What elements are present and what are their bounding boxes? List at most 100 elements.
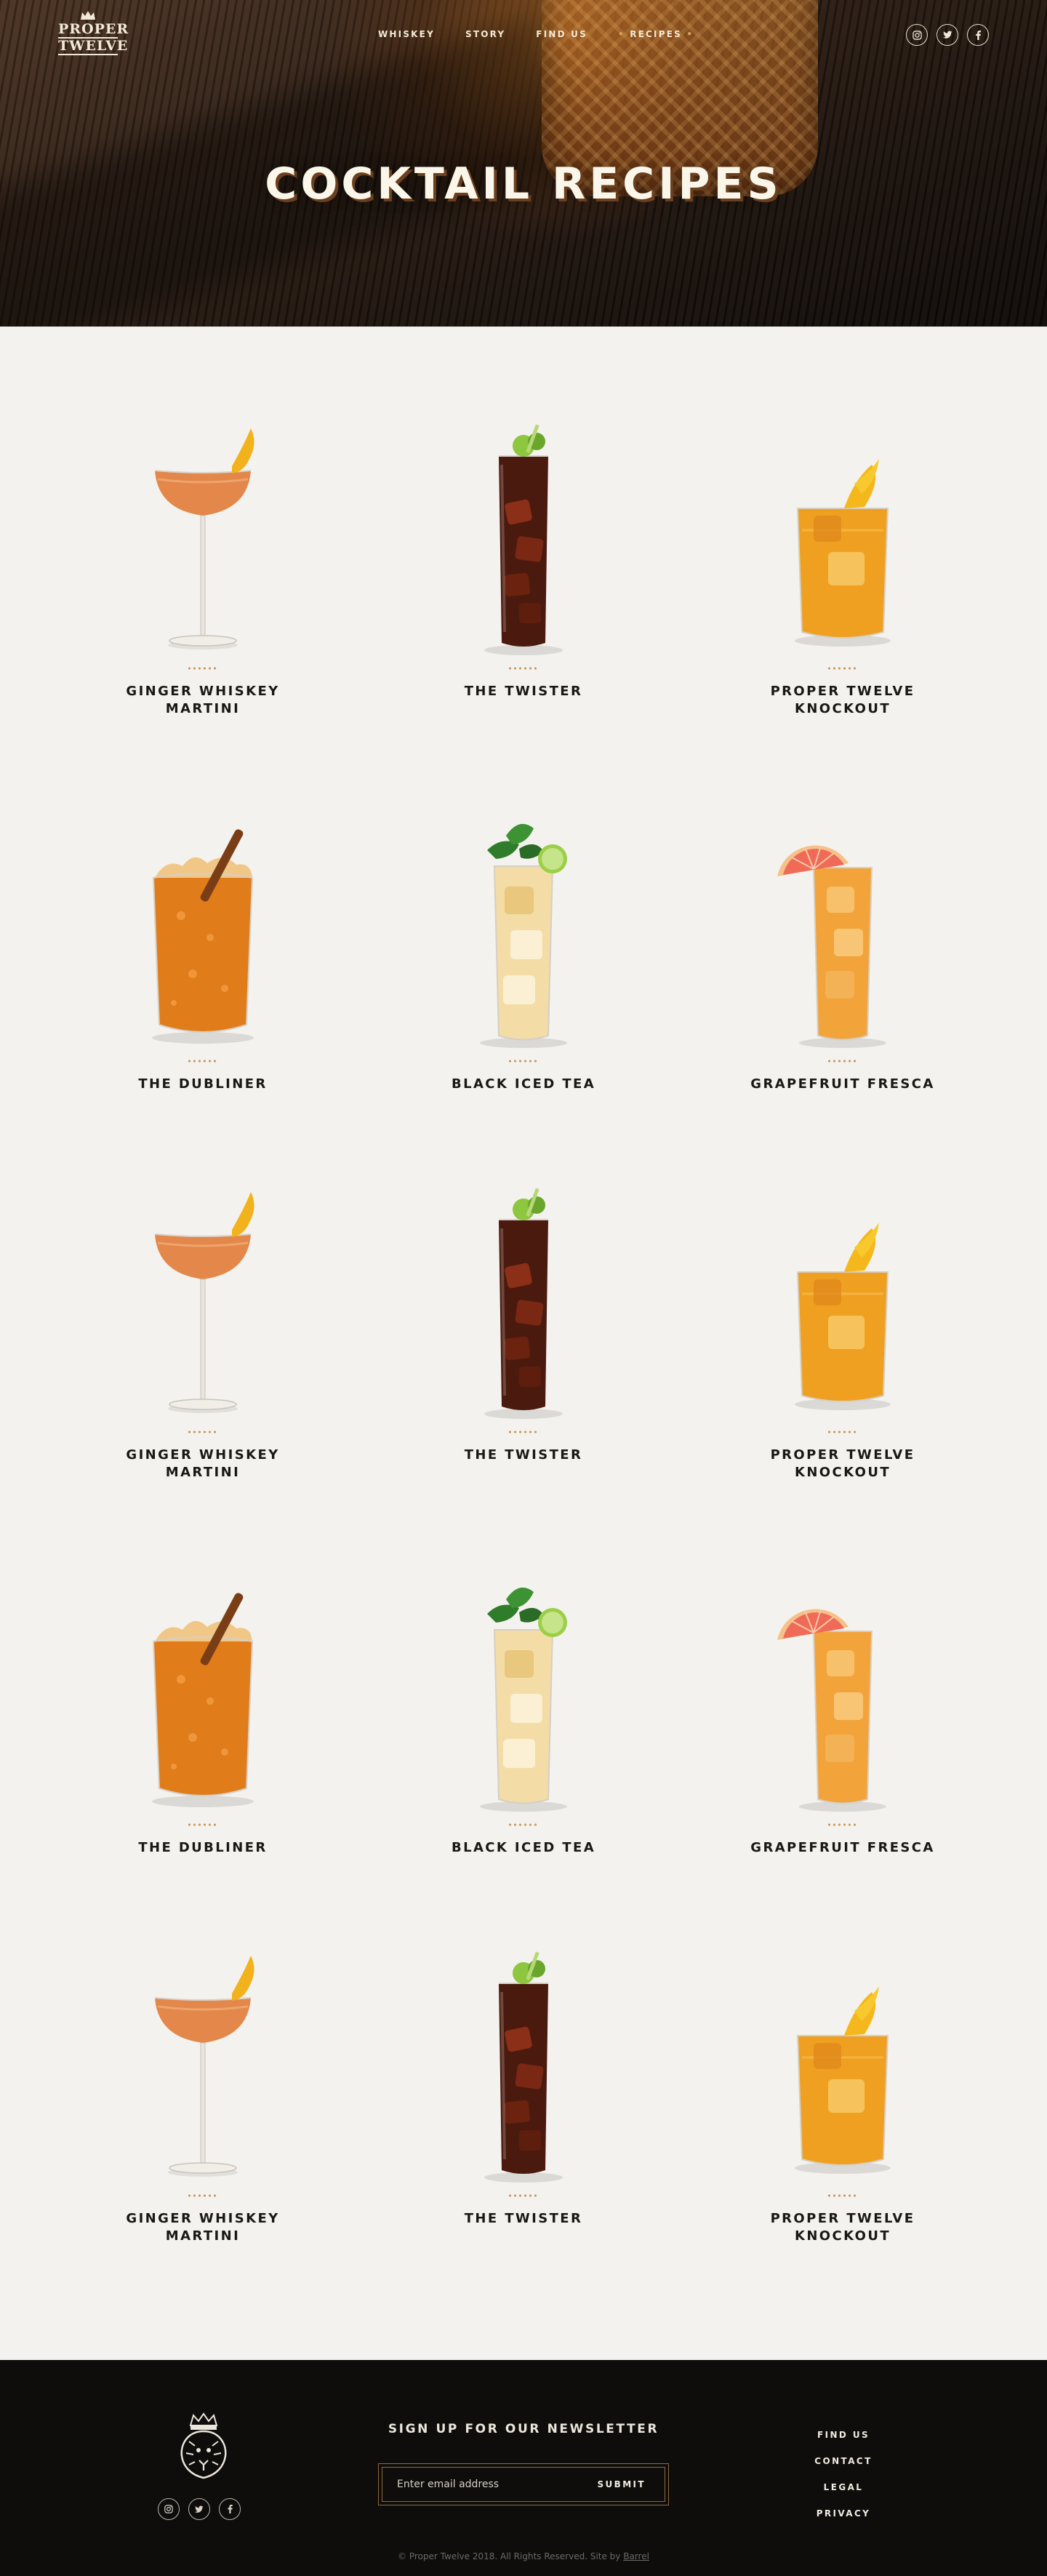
recipe-name: THE TWISTER (464, 684, 583, 699)
dotted-divider (187, 1431, 219, 1433)
recipe-name: PROPER TWELVE KNOCKOUT (770, 1447, 915, 1480)
cocktail-rocks-orange-image (795, 1986, 891, 2174)
cocktail-rocks-orange-image (795, 1223, 891, 1410)
dotted-divider (827, 1823, 859, 1826)
recipe-name: PROPER TWELVE KNOCKOUT (770, 2211, 915, 2244)
footer-twitter-link[interactable] (188, 2498, 210, 2520)
active-dot-left: • (617, 29, 630, 39)
cocktail-coupe-image (154, 1956, 254, 2177)
recipe-name: GINGER WHISKEY MARTINI (126, 1447, 280, 1480)
dotted-divider (827, 2194, 859, 2197)
recipe-grid: GINGER WHISKEY MARTINI THE TWISTER PROPE… (0, 327, 1047, 2360)
site-credit-link[interactable]: Barrel (623, 2551, 649, 2561)
cocktail-crushed-ice-image (152, 1593, 254, 1807)
facebook-icon (975, 30, 981, 40)
twitter-icon (942, 31, 952, 39)
cocktail-coupe-image (154, 428, 254, 649)
cocktail-rocks-orange-image (795, 459, 891, 647)
footer-instagram-link[interactable] (158, 2498, 180, 2520)
dotted-divider (187, 1060, 219, 1063)
instagram-icon (164, 2505, 173, 2513)
logo-text-proper: PROPER (58, 21, 129, 37)
dotted-divider (187, 1823, 219, 1826)
dotted-divider (508, 1060, 539, 1063)
recipe-name: GRAPEFRUIT FRESCA (750, 1076, 935, 1092)
recipe-card[interactable]: BLACK ICED TEA (385, 807, 662, 1127)
dotted-divider (827, 1060, 859, 1063)
nav-item-recipes-label: RECIPES (630, 29, 682, 39)
footer-links: FIND US CONTACT LEGAL PRIVACY (800, 2430, 887, 2535)
page-title: COCKTAIL RECIPES (265, 159, 782, 209)
logo-text-twelve: TWELVE (58, 37, 129, 55)
recipe-card[interactable]: GINGER WHISKEY MARTINI (65, 414, 341, 734)
nav-item-story[interactable]: STORY (465, 29, 505, 39)
recipe-name: THE TWISTER (464, 2211, 583, 2226)
recipe-card[interactable]: GINGER WHISKEY MARTINI (65, 1941, 341, 2261)
hero-banner: PROPER TWELVE WHISKEY STORY FIND US • RE… (0, 0, 1047, 327)
cocktail-mint-highball-image (480, 823, 567, 1048)
crown-icon (81, 11, 95, 20)
nav-item-recipes[interactable]: • RECIPES • (618, 29, 694, 39)
recipe-name: PROPER TWELVE KNOCKOUT (770, 684, 915, 716)
copyright-label: © Proper Twelve 2018. All Rights Reserve… (398, 2551, 621, 2561)
facebook-link[interactable] (967, 24, 989, 46)
recipe-card[interactable]: GINGER WHISKEY MARTINI (65, 1177, 341, 1497)
recipe-card[interactable]: BLACK ICED TEA (385, 1570, 662, 1890)
cocktail-coupe-image (154, 1192, 254, 1413)
dotted-divider (508, 1431, 539, 1433)
facebook-icon (227, 2505, 233, 2513)
dotted-divider (187, 667, 219, 670)
cocktail-cola-tall-image (484, 424, 563, 655)
recipe-name: THE DUBLINER (138, 1076, 268, 1092)
recipe-card[interactable]: PROPER TWELVE KNOCKOUT (705, 1941, 981, 2261)
footer-link-find-us[interactable]: FIND US (800, 2430, 887, 2440)
twitter-link[interactable] (936, 24, 958, 46)
nav-item-find-us[interactable]: FIND US (536, 29, 587, 39)
cocktail-mint-highball-image (480, 1587, 567, 1812)
recipe-card[interactable]: THE DUBLINER (65, 1570, 341, 1890)
twitter-icon (195, 2505, 204, 2513)
recipe-card[interactable]: THE DUBLINER (65, 807, 341, 1127)
recipe-name: THE DUBLINER (138, 1840, 268, 1855)
newsletter-form-inner: SUBMIT (382, 2467, 665, 2502)
newsletter-title: SIGN UP FOR OUR NEWSLETTER (388, 2422, 659, 2436)
cocktail-crushed-ice-image (152, 829, 254, 1044)
recipe-card[interactable]: GRAPEFRUIT FRESCA (705, 807, 981, 1127)
recipe-name: GINGER WHISKEY MARTINI (126, 2211, 280, 2244)
dotted-divider (827, 1431, 859, 1433)
instagram-icon (912, 30, 922, 40)
footer-facebook-link[interactable] (219, 2498, 241, 2520)
lion-crest-logo-icon (180, 2412, 227, 2479)
recipe-name: BLACK ICED TEA (451, 1840, 596, 1855)
dotted-divider (508, 667, 539, 670)
nav-item-whiskey[interactable]: WHISKEY (378, 29, 435, 39)
footer-link-legal[interactable]: LEGAL (800, 2482, 887, 2492)
recipe-name: THE TWISTER (464, 1447, 583, 1463)
cocktail-cola-tall-image (484, 1951, 563, 2183)
recipe-name: GRAPEFRUIT FRESCA (750, 1840, 935, 1855)
recipe-card[interactable]: THE TWISTER (385, 1177, 662, 1497)
recipe-card[interactable]: THE TWISTER (385, 414, 662, 734)
footer-link-privacy[interactable]: PRIVACY (800, 2508, 887, 2519)
header-social-links (906, 24, 989, 46)
dotted-divider (508, 2194, 539, 2197)
newsletter-form: SUBMIT (378, 2463, 669, 2505)
dotted-divider (827, 667, 859, 670)
newsletter-submit-button[interactable]: SUBMIT (578, 2479, 665, 2489)
newsletter-email-input[interactable] (382, 2468, 579, 2501)
recipe-name: BLACK ICED TEA (451, 1076, 596, 1092)
main-menu: WHISKEY STORY FIND US • RECIPES • (378, 29, 724, 39)
recipe-card[interactable]: GRAPEFRUIT FRESCA (705, 1570, 981, 1890)
instagram-link[interactable] (906, 24, 928, 46)
dotted-divider (187, 2194, 219, 2197)
recipe-card[interactable]: PROPER TWELVE KNOCKOUT (705, 414, 981, 734)
site-footer: SIGN UP FOR OUR NEWSLETTER SUBMIT FIND U… (0, 2360, 1047, 2576)
cocktail-grapefruit-highball-image (777, 845, 886, 1048)
cocktail-grapefruit-highball-image (777, 1609, 886, 1812)
recipe-name: GINGER WHISKEY MARTINI (126, 684, 280, 716)
top-navigation: PROPER TWELVE WHISKEY STORY FIND US • RE… (0, 0, 1047, 73)
recipe-card[interactable]: THE TWISTER (385, 1941, 662, 2261)
recipe-card[interactable]: PROPER TWELVE KNOCKOUT (705, 1177, 981, 1497)
brand-logo[interactable]: PROPER TWELVE (58, 10, 129, 55)
footer-link-contact[interactable]: CONTACT (800, 2456, 887, 2466)
